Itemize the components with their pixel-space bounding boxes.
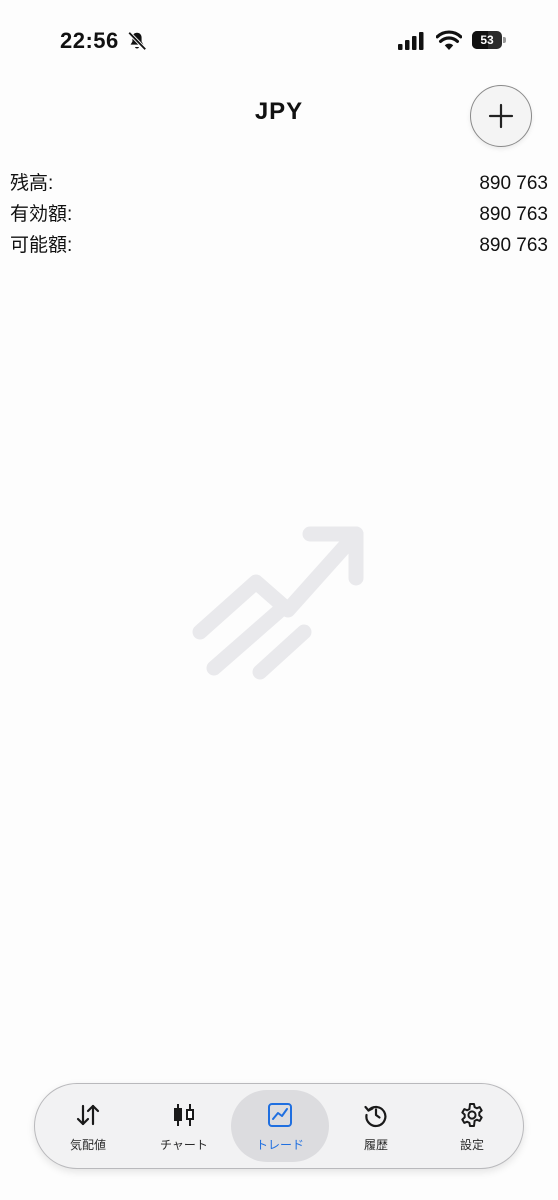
signal-icon [398, 32, 424, 50]
free-margin-value: 890 763 [479, 235, 548, 256]
balance-value: 890 763 [479, 173, 548, 194]
tab-trade[interactable]: トレード [231, 1090, 329, 1162]
tab-label: 履歴 [363, 1138, 388, 1152]
bell-slash-icon [127, 31, 147, 51]
trending-up-icon [192, 526, 364, 680]
equity-row: 有効額: 890 763 [10, 199, 548, 230]
tab-label: 気配値 [69, 1138, 106, 1152]
free-margin-label: 可能額: [10, 235, 73, 256]
battery-percent: 53 [480, 33, 494, 47]
plus-icon [488, 103, 514, 129]
balance-row: 残高: 890 763 [10, 168, 548, 199]
trade-chart-icon [268, 1103, 292, 1127]
battery-indicator: 53 [472, 31, 506, 49]
account-summary: 残高: 890 763 有効額: 890 763 可能額: 890 763 [10, 168, 548, 261]
trade-screen: 22:56 53 JPY 残高: 890 763 有効額: 890 763 可能… [0, 0, 558, 1200]
settings-gear-icon [461, 1103, 483, 1127]
quotes-arrows-icon [76, 1104, 100, 1126]
tab-chart[interactable]: チャート [135, 1090, 233, 1162]
tab-label: チャート [160, 1138, 208, 1152]
equity-label: 有効額: [10, 204, 73, 225]
tab-label: 設定 [459, 1138, 484, 1152]
balance-label: 残高: [10, 173, 54, 194]
status-time: 22:56 [60, 28, 119, 53]
add-button[interactable] [470, 85, 532, 147]
history-icon [364, 1105, 387, 1128]
equity-value: 890 763 [479, 204, 548, 225]
tab-label: トレード [255, 1138, 304, 1152]
wifi-icon [436, 30, 462, 50]
tab-history[interactable]: 履歴 [327, 1090, 425, 1162]
tab-settings[interactable]: 設定 [423, 1090, 521, 1162]
free-margin-row: 可能額: 890 763 [10, 230, 548, 261]
battery-nub [503, 37, 506, 43]
status-bar: 22:56 53 [0, 0, 558, 80]
bottom-tab-bar: 気配値 チャート トレード 履歴 設定 [34, 1083, 524, 1169]
tab-quotes[interactable]: 気配値 [39, 1090, 137, 1162]
candlestick-icon [174, 1104, 194, 1126]
